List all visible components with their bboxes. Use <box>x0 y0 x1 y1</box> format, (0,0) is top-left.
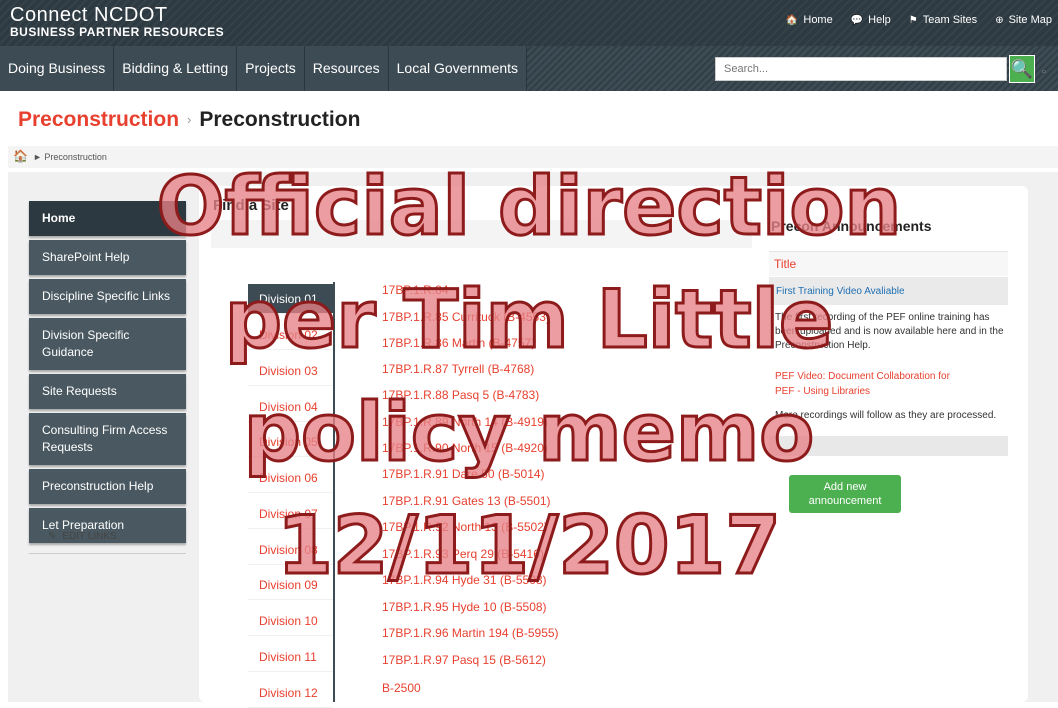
utility-team-sites-label: Team Sites <box>922 14 978 26</box>
top-bar: Connect NCDOT BUSINESS PARTNER RESOURCES… <box>0 0 1058 46</box>
title-separator-icon: › <box>187 112 192 127</box>
nav-bidding-letting[interactable]: Bidding & Letting <box>114 46 238 91</box>
nav-doing-business[interactable]: Doing Business <box>0 46 115 91</box>
home-icon: 🏠 <box>785 15 799 26</box>
utility-nav: 🏠 Home 💬 Help ⚑ Team Sites ⊕ Site Map <box>786 14 1052 26</box>
left-nav-consulting-access[interactable]: Consulting Firm Access Requests <box>29 413 186 465</box>
division-tab[interactable]: Division 07 <box>248 499 333 529</box>
pencil-icon: ✎ <box>48 531 57 542</box>
project-link[interactable]: 17BP.1.R.84 <box>382 283 449 297</box>
project-link[interactable]: 17BP.1.R.91 Dare 50 (B-5014) <box>382 467 545 481</box>
nav-local-governments[interactable]: Local Governments <box>389 46 528 91</box>
utility-help-label: Help <box>868 14 891 26</box>
site-brand[interactable]: Connect NCDOT BUSINESS PARTNER RESOURCES <box>10 5 224 39</box>
utility-home-label: Home <box>803 14 833 26</box>
division-tabs: Division 01 Division 02 Division 03 Divi… <box>248 282 335 708</box>
project-link[interactable]: 17BP.1.R.91 Gates 13 (B-5501) <box>382 494 551 508</box>
utility-home-link[interactable]: 🏠 Home <box>786 14 833 26</box>
announcements-title-column[interactable]: Title <box>774 257 796 271</box>
announcement-title-link[interactable]: First Training Video Avaliable <box>776 286 905 297</box>
edit-links-label: EDIT LINKS <box>62 531 117 542</box>
brand-title: Connect NCDOT <box>10 4 168 26</box>
left-nav-home[interactable]: Home <box>29 201 186 236</box>
utility-site-map-label: Site Map <box>1008 14 1052 26</box>
project-link[interactable]: B-2500 <box>382 681 421 695</box>
announcement-video-link-prefix[interactable]: PEF Video: Document Collaboration for <box>775 370 1005 384</box>
find-site-bar <box>211 220 752 248</box>
division-tab[interactable]: Division 06 <box>248 463 333 493</box>
project-link[interactable]: 17BP.1.R.90 North 15 (B-4920) <box>382 441 548 455</box>
search-icon: 🔍 <box>1010 59 1034 79</box>
project-link[interactable]: 17BP.1.R.94 Hyde 31 (B-5508) <box>382 573 547 587</box>
utility-site-map-link[interactable]: ⊕ Site Map <box>995 14 1052 26</box>
announcement-video-link[interactable]: PEF - Using Libraries <box>775 385 1005 399</box>
flag-icon: ⚑ <box>908 15 918 26</box>
breadcrumb: 🏠 ► Preconstruction <box>8 146 1058 168</box>
breadcrumb-arrow-icon: ► <box>32 152 42 162</box>
left-nav: Home SharePoint Help Discipline Specific… <box>29 201 186 547</box>
project-link[interactable]: 17BP.1.R.96 Martin 194 (B-5955) <box>382 626 559 640</box>
utility-team-sites-link[interactable]: ⚑ Team Sites <box>909 14 977 26</box>
find-site-heading: Find a Site <box>213 197 289 214</box>
division-tab[interactable]: Division 12 <box>248 678 333 708</box>
nav-resources[interactable]: Resources <box>305 46 389 91</box>
division-tab[interactable]: Division 03 <box>248 356 333 386</box>
title-crumb-preconstruction[interactable]: Preconstruction <box>18 108 179 131</box>
breadcrumb-home-icon[interactable]: 🏠 <box>13 149 28 163</box>
add-announcement-button[interactable]: Add new announcement <box>789 475 901 513</box>
left-nav-sharepoint-help[interactable]: SharePoint Help <box>29 240 186 275</box>
announcements-heading: Precon Announcements <box>771 218 932 234</box>
project-link[interactable]: 17BP.1.R.88 Pasq 5 (B-4783) <box>382 388 539 402</box>
brand-subtitle: BUSINESS PARTNER RESOURCES <box>10 25 225 39</box>
division-tab[interactable]: Division 08 <box>248 535 333 565</box>
announcements-footer-bar <box>769 436 1008 456</box>
search-options-icon[interactable]: ▫ <box>1042 66 1046 78</box>
left-nav-site-requests[interactable]: Site Requests <box>29 374 186 409</box>
announcement-row[interactable]: First Training Video Avaliable <box>769 277 1008 305</box>
search-input[interactable]: Search... <box>715 57 1007 81</box>
left-nav-divider <box>29 553 186 554</box>
main-nav-items: Doing Business Bidding & Letting Project… <box>0 46 528 91</box>
project-link[interactable]: 17BP.1.R.93 Perq 29 (B-5416) <box>382 547 544 561</box>
utility-help-link[interactable]: 💬 Help <box>851 14 891 26</box>
search-button[interactable]: 🔍 <box>1009 55 1035 83</box>
project-link[interactable]: 17BP.1.R.89 North 14 (B-4919) <box>382 415 548 429</box>
title-current: Preconstruction <box>199 108 361 131</box>
announcements-column-header[interactable]: Title <box>769 251 1008 276</box>
division-tab[interactable]: Division 05 <box>248 427 333 457</box>
division-tab[interactable]: Division 04 <box>248 392 333 422</box>
nav-projects[interactable]: Projects <box>237 46 305 91</box>
project-link[interactable]: 17BP.1.R.87 Tyrrell (B-4768) <box>382 362 534 376</box>
help-icon: 💬 <box>850 15 864 26</box>
project-link[interactable]: 17BP.1.R.92 North 13 (B-5502) <box>382 520 548 534</box>
edit-links-button[interactable]: ✎ EDIT LINKS <box>48 531 117 542</box>
project-link[interactable]: 17BP.1.R.95 Hyde 10 (B-5508) <box>382 600 547 614</box>
division-tab[interactable]: Division 01 <box>248 284 333 314</box>
left-nav-precon-help[interactable]: Preconstruction Help <box>29 469 186 504</box>
division-tab[interactable]: Division 10 <box>248 606 333 636</box>
project-link[interactable]: 17BP.1.R.85 Currituck (B-4553) <box>382 310 550 324</box>
announcement-body-2: More recordings will follow as they are … <box>775 410 997 421</box>
page-title: Preconstruction › Preconstruction <box>18 108 360 132</box>
globe-icon: ⊕ <box>995 15 1004 26</box>
project-link[interactable]: 17BP.1.R.86 Martin (B-4757) <box>382 336 535 350</box>
left-nav-discipline-links[interactable]: Discipline Specific Links <box>29 279 186 314</box>
division-tab[interactable]: Division 11 <box>248 642 333 672</box>
left-nav-division-guidance[interactable]: Division Specific Guidance <box>29 318 186 370</box>
division-tab[interactable]: Division 02 <box>248 320 333 350</box>
breadcrumb-current[interactable]: Preconstruction <box>44 152 107 162</box>
division-tab[interactable]: Division 09 <box>248 570 333 600</box>
announcement-body: The first recording of the PEF online tr… <box>775 312 1004 351</box>
project-link[interactable]: 17BP.1.R.97 Pasq 15 (B-5612) <box>382 653 546 667</box>
